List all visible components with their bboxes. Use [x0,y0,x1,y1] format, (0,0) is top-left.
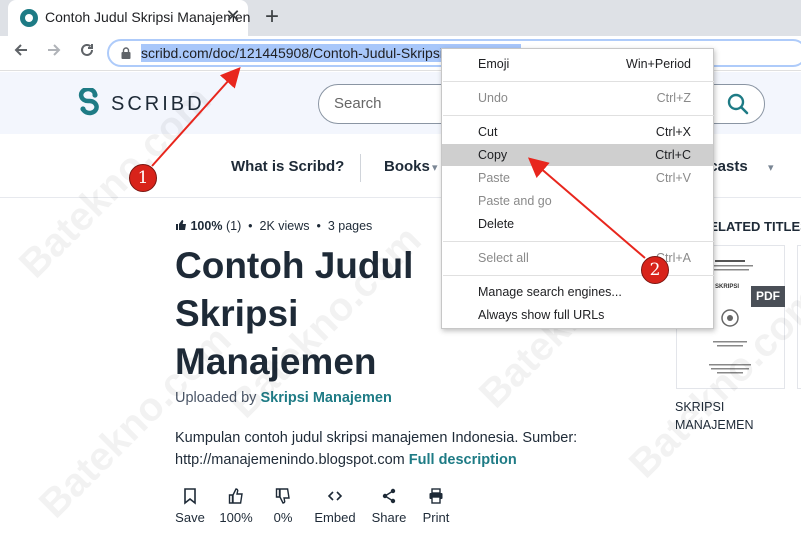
step-2-badge: 2 [641,256,669,284]
annotation-arrow-2 [527,157,646,259]
step-1-badge: 1 [129,164,157,192]
annotation-arrow-1 [151,67,241,167]
annotation-arrows [151,67,646,259]
